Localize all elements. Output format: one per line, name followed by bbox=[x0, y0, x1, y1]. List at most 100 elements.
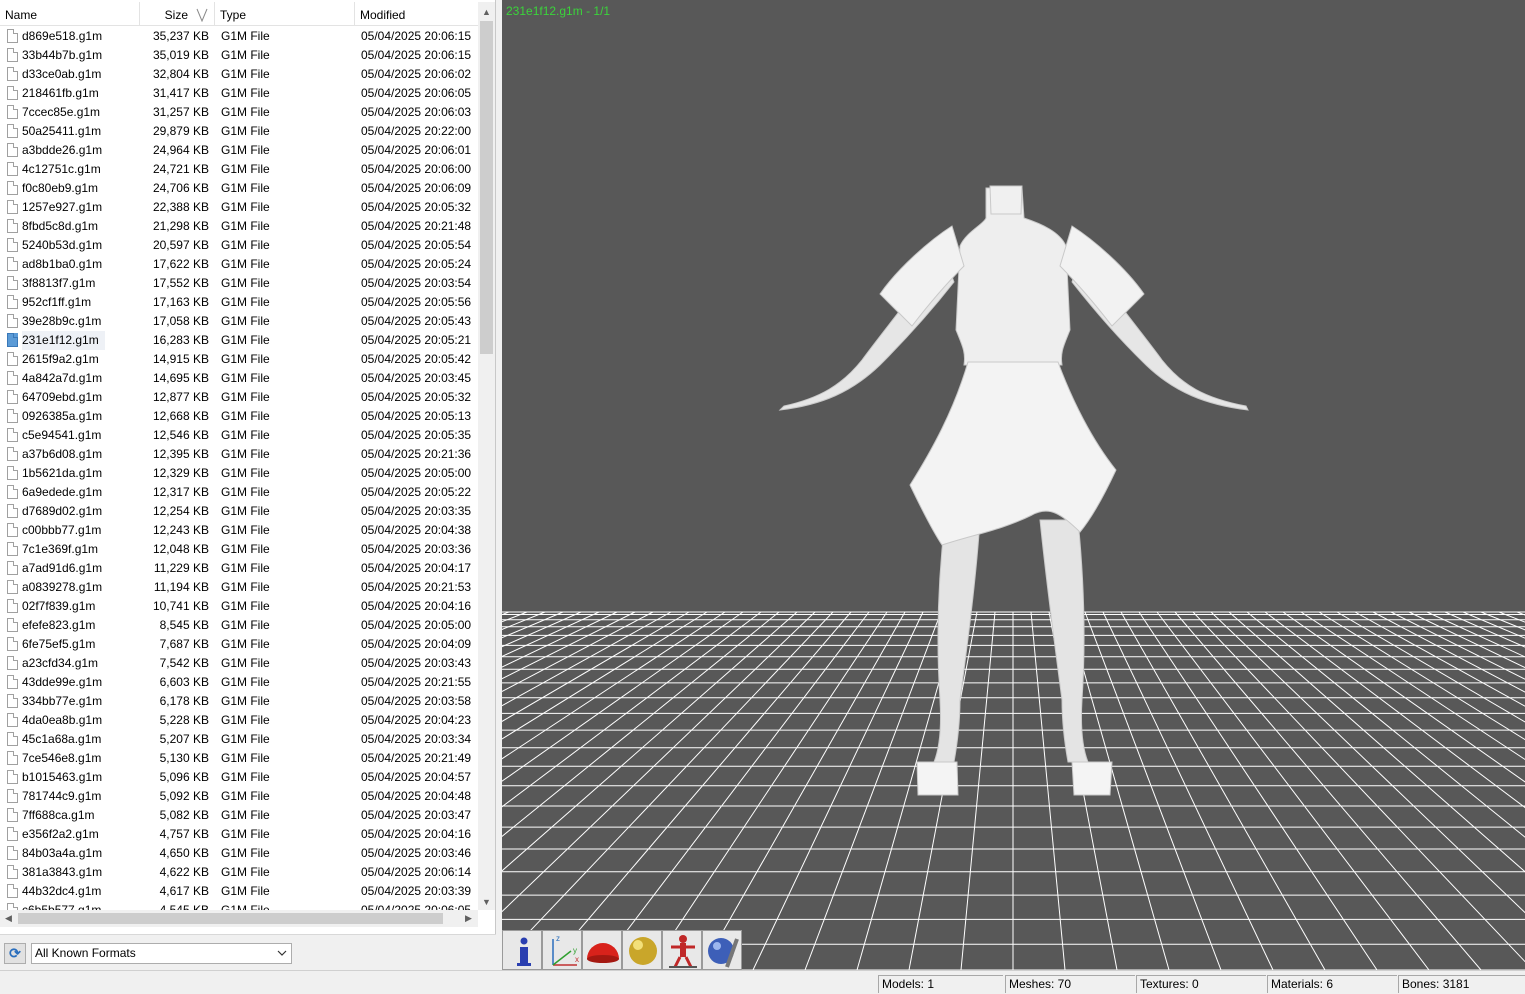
file-row[interactable]: 381a3843.g1m 4,622 KB G1M File 05/04/2025 2… bbox=[0, 863, 478, 882]
file-size: 4,545 KB bbox=[159, 903, 209, 910]
scroll-up-arrow-icon[interactable]: ▲ bbox=[478, 4, 495, 21]
grid-line bbox=[1354, 611, 1525, 707]
grid-line bbox=[648, 611, 888, 970]
file-size: 12,877 KB bbox=[152, 390, 209, 404]
file-name: a7ad91d6.g1m bbox=[22, 561, 103, 575]
file-modified: 05/04/2025 20:04:17 bbox=[361, 561, 472, 575]
file-row[interactable]: d33ce0ab.g1m 32,804 KB G1M File 05/04/2025 … bbox=[0, 65, 478, 84]
file-row[interactable]: 7c1e369f.g1m 12,048 KB G1M File 05/04/2025 … bbox=[0, 540, 478, 559]
file-row[interactable]: b1015463.g1m 5,096 KB G1M File 05/04/2025 2… bbox=[0, 768, 478, 787]
file-row[interactable]: 4c12751c.g1m 24,721 KB G1M File 05/04/2025 … bbox=[0, 160, 478, 179]
refresh-button[interactable]: ⟳ bbox=[4, 943, 26, 964]
format-filter-select[interactable]: All Known Formats bbox=[31, 943, 292, 964]
file-type: G1M File bbox=[221, 808, 270, 822]
file-size: 29,879 KB bbox=[152, 124, 209, 138]
file-type: G1M File bbox=[221, 371, 270, 385]
file-row[interactable]: 50a25411.g1m 29,879 KB G1M File 05/04/2025 … bbox=[0, 122, 478, 141]
torso bbox=[955, 187, 1071, 366]
file-row[interactable]: c00bbb77.g1m 12,243 KB G1M File 05/04/2025 … bbox=[0, 521, 478, 540]
file-row[interactable]: 4da0ea8b.g1m 5,228 KB G1M File 05/04/2025 2… bbox=[0, 711, 478, 730]
scroll-left-arrow-icon[interactable]: ◀ bbox=[0, 910, 17, 927]
file-row[interactable]: 43dde99e.g1m 6,603 KB G1M File 05/04/2025 2… bbox=[0, 673, 478, 692]
file-row[interactable]: 218461fb.g1m 31,417 KB G1M File 05/04/2025 … bbox=[0, 84, 478, 103]
file-row[interactable]: 0926385a.g1m 12,668 KB G1M File 05/04/2025 … bbox=[0, 407, 478, 426]
file-row[interactable]: a37b6d08.g1m 12,395 KB G1M File 05/04/2025 … bbox=[0, 445, 478, 464]
file-row[interactable]: 64709ebd.g1m 12,877 KB G1M File 05/04/2025 … bbox=[0, 388, 478, 407]
file-row[interactable]: 781744c9.g1m 5,092 KB G1M File 05/04/2025 2… bbox=[0, 787, 478, 806]
file-row[interactable]: c5e94541.g1m 12,546 KB G1M File 05/04/2025 … bbox=[0, 426, 478, 445]
horizontal-scroll-thumb[interactable] bbox=[18, 913, 443, 924]
file-row[interactable]: 334bb77e.g1m 6,178 KB G1M File 05/04/2025 2… bbox=[0, 692, 478, 711]
file-row[interactable]: a7ad91d6.g1m 11,229 KB G1M File 05/04/2025 … bbox=[0, 559, 478, 578]
column-header-type[interactable]: Type bbox=[215, 2, 355, 26]
material-button[interactable] bbox=[622, 930, 662, 970]
file-row[interactable]: efefe823.g1m 8,545 KB G1M File 05/04/2025 2… bbox=[0, 616, 478, 635]
file-row[interactable]: d7689d02.g1m 12,254 KB G1M File 05/04/2025 … bbox=[0, 502, 478, 521]
file-name: 4c12751c.g1m bbox=[22, 162, 101, 176]
file-row[interactable]: 84b03a4a.g1m 4,650 KB G1M File 05/04/2025 2… bbox=[0, 844, 478, 863]
file-row[interactable]: a0839278.g1m 11,194 KB G1M File 05/04/2025 … bbox=[0, 578, 478, 597]
file-row[interactable]: ad8b1ba0.g1m 17,622 KB G1M File 05/04/2025 … bbox=[0, 255, 478, 274]
scene-canvas[interactable] bbox=[502, 0, 1525, 970]
vertical-scroll-thumb[interactable] bbox=[480, 21, 493, 354]
file-row[interactable]: 952cf1ff.g1m 17,163 KB G1M File 05/04/2025 … bbox=[0, 293, 478, 312]
file-row[interactable]: 44b32dc4.g1m 4,617 KB G1M File 05/04/2025 2… bbox=[0, 882, 478, 901]
info-button[interactable] bbox=[502, 930, 542, 970]
axes-button[interactable]: z y x bbox=[542, 930, 582, 970]
file-row[interactable]: 2615f9a2.g1m 14,915 KB G1M File 05/04/2025 … bbox=[0, 350, 478, 369]
file-row[interactable]: 02f7f839.g1m 10,741 KB G1M File 05/04/2025 … bbox=[0, 597, 478, 616]
file-size: 31,417 KB bbox=[152, 86, 209, 100]
file-icon bbox=[7, 371, 18, 385]
file-size: 22,388 KB bbox=[152, 200, 209, 214]
file-type: G1M File bbox=[221, 86, 270, 100]
column-header-name[interactable]: Name bbox=[0, 2, 140, 26]
file-row[interactable]: a3bdde26.g1m 24,964 KB G1M File 05/04/2025 … bbox=[0, 141, 478, 160]
file-row[interactable]: 1257e927.g1m 22,388 KB G1M File 05/04/2025 … bbox=[0, 198, 478, 217]
model-viewport[interactable]: 231e1f12.g1m - 1/1 z y x bbox=[502, 0, 1525, 970]
file-row[interactable]: 39e28b9c.g1m 17,058 KB G1M File 05/04/2025 … bbox=[0, 312, 478, 331]
lighting-button[interactable] bbox=[582, 930, 622, 970]
file-row[interactable]: e356f2a2.g1m 4,757 KB G1M File 05/04/2025 2… bbox=[0, 825, 478, 844]
file-type: G1M File bbox=[221, 390, 270, 404]
file-row[interactable]: 4a842a7d.g1m 14,695 KB G1M File 05/04/2025 … bbox=[0, 369, 478, 388]
file-row[interactable]: 33b44b7b.g1m 35,019 KB G1M File 05/04/2025 … bbox=[0, 46, 478, 65]
file-row[interactable]: 7ce546e8.g1m 5,130 KB G1M File 05/04/2025 2… bbox=[0, 749, 478, 768]
skeleton-button[interactable] bbox=[662, 930, 702, 970]
file-row[interactable]: 8fbd5c8d.g1m 21,298 KB G1M File 05/04/2025 … bbox=[0, 217, 478, 236]
scroll-right-arrow-icon[interactable]: ▶ bbox=[460, 910, 477, 927]
vertical-scrollbar[interactable]: ▲ ▼ bbox=[478, 2, 495, 910]
file-name: c6b5b577.g1m bbox=[22, 903, 102, 910]
file-type: G1M File bbox=[221, 637, 270, 651]
file-row[interactable]: 7ccec85e.g1m 31,257 KB G1M File 05/04/2025 … bbox=[0, 103, 478, 122]
file-row[interactable]: 6a9edede.g1m 12,317 KB G1M File 05/04/2025 … bbox=[0, 483, 478, 502]
file-row[interactable]: 3f8813f7.g1m 17,552 KB G1M File 05/04/2025 … bbox=[0, 274, 478, 293]
file-icon bbox=[7, 67, 18, 81]
grid-line bbox=[960, 611, 996, 970]
file-name: 6fe75ef5.g1m bbox=[22, 637, 96, 651]
chevron-down-icon bbox=[277, 950, 287, 956]
grid-line bbox=[502, 611, 690, 722]
file-row[interactable]: f0c80eb9.g1m 24,706 KB G1M File 05/04/2025 … bbox=[0, 179, 478, 198]
file-name: a23cfd34.g1m bbox=[22, 656, 99, 670]
file-size: 32,804 KB bbox=[152, 67, 209, 81]
horizontal-scrollbar[interactable]: ◀ ▶ bbox=[0, 910, 478, 927]
file-row[interactable]: c6b5b577.g1m 4,545 KB G1M File 05/04/2025 2… bbox=[0, 901, 478, 910]
file-row[interactable]: 45c1a68a.g1m 5,207 KB G1M File 05/04/2025 2… bbox=[0, 730, 478, 749]
left-leg bbox=[933, 519, 981, 763]
file-modified: 05/04/2025 20:05:43 bbox=[361, 314, 472, 328]
file-row[interactable]: 5240b53d.g1m 20,597 KB G1M File 05/04/2025 … bbox=[0, 236, 478, 255]
grid-line bbox=[544, 611, 852, 970]
file-row[interactable]: 231e1f12.g1m 16,283 KB G1M File 05/04/2025 … bbox=[0, 331, 478, 350]
column-header-modified[interactable]: Modified bbox=[355, 2, 478, 26]
grid-line bbox=[1408, 611, 1525, 669]
file-type: G1M File bbox=[221, 29, 270, 43]
file-row[interactable]: 7ff688ca.g1m 5,082 KB G1M File 05/04/2025 2… bbox=[0, 806, 478, 825]
scroll-down-arrow-icon[interactable]: ▼ bbox=[478, 894, 495, 911]
file-row[interactable]: a23cfd34.g1m 7,542 KB G1M File 05/04/2025 2… bbox=[0, 654, 478, 673]
file-size: 4,757 KB bbox=[159, 827, 209, 841]
file-row[interactable]: 6fe75ef5.g1m 7,687 KB G1M File 05/04/2025 2… bbox=[0, 635, 478, 654]
file-row[interactable]: 1b5621da.g1m 12,329 KB G1M File 05/04/2025 … bbox=[0, 464, 478, 483]
file-modified: 05/04/2025 20:05:00 bbox=[361, 618, 472, 632]
texture-paint-button[interactable] bbox=[702, 930, 742, 970]
file-row[interactable]: d869e518.g1m 35,237 KB G1M File 05/04/2025 … bbox=[0, 27, 478, 46]
